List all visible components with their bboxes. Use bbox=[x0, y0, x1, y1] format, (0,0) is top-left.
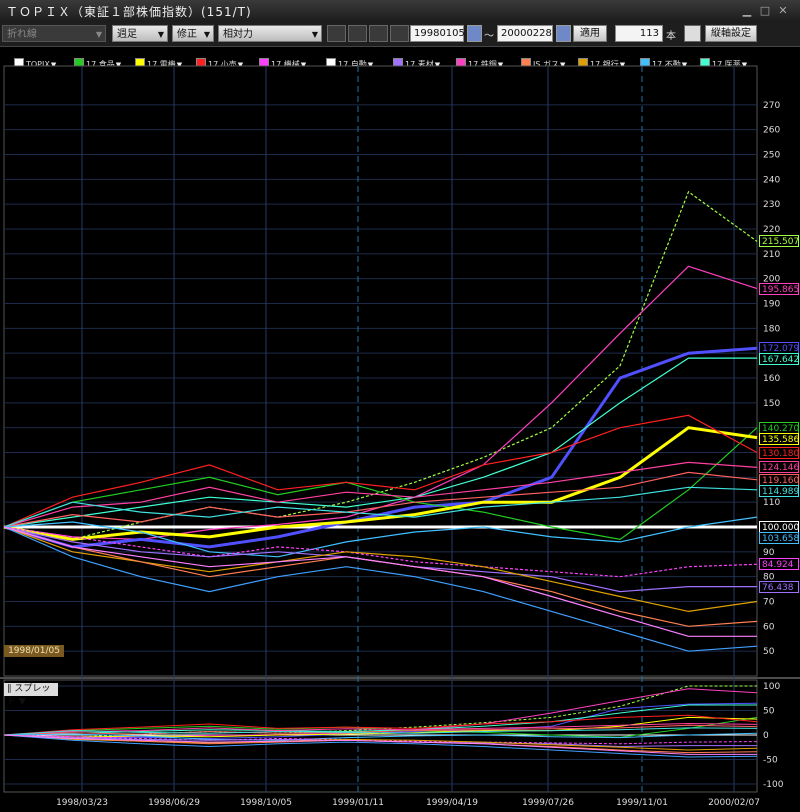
y-tick-label: 190 bbox=[763, 300, 780, 310]
y-tick-label: 160 bbox=[763, 374, 780, 384]
cursor-date-label: 1998/01/05 bbox=[4, 645, 64, 657]
y-tick-label: 220 bbox=[763, 225, 780, 235]
y-tick-label: 150 bbox=[763, 399, 780, 409]
last-value-label: 215.507 bbox=[759, 235, 799, 248]
y-tick-label: 70 bbox=[763, 598, 775, 608]
x-tick-label: 1998/03/23 bbox=[56, 798, 108, 808]
plot-area bbox=[3, 65, 758, 677]
x-tick-label: 1998/10/05 bbox=[240, 798, 292, 808]
y-tick-label: 240 bbox=[763, 175, 780, 185]
spread-tick-label: 0 bbox=[763, 731, 769, 741]
y-tick-label: 90 bbox=[763, 548, 775, 558]
x-tick-label: 1999/07/26 bbox=[522, 798, 574, 808]
last-value-label: 195.865 bbox=[759, 282, 799, 295]
spread-tick-label: 100 bbox=[763, 682, 780, 692]
last-value-label: 84.924 bbox=[759, 558, 799, 571]
x-tick-label: 2000/02/07 bbox=[708, 798, 760, 808]
y-tick-label: 230 bbox=[763, 200, 780, 210]
spread-toggle[interactable]: ∥ スプレッド ▼ bbox=[4, 683, 58, 707]
x-tick-label: 1999/01/11 bbox=[332, 798, 384, 808]
y-tick-label: 270 bbox=[763, 101, 780, 111]
y-tick-label: 210 bbox=[763, 250, 780, 260]
y-tick-label: 50 bbox=[763, 647, 775, 657]
x-tick-label: 1998/06/29 bbox=[148, 798, 200, 808]
last-value-label: 167.642 bbox=[759, 353, 799, 366]
chart: 5060708090100110120130140150160170180190… bbox=[0, 65, 800, 808]
last-value-label: 76.438 bbox=[759, 580, 799, 593]
y-tick-label: 60 bbox=[763, 622, 775, 632]
y-tick-label: 110 bbox=[763, 498, 780, 508]
y-tick-label: 180 bbox=[763, 324, 780, 334]
last-value-label: 135.586 bbox=[759, 432, 799, 445]
y-tick-label: 250 bbox=[763, 151, 780, 161]
x-tick-label: 1999/11/01 bbox=[616, 798, 668, 808]
last-value-label: 124.146 bbox=[759, 461, 799, 474]
x-tick-label: 1999/04/19 bbox=[426, 798, 478, 808]
spread-tick-label: -50 bbox=[763, 756, 778, 766]
y-tick-label: 260 bbox=[763, 126, 780, 136]
spread-tick-label: 50 bbox=[763, 707, 775, 717]
last-value-label: 103.658 bbox=[759, 532, 799, 544]
spread-tick-label: -100 bbox=[763, 780, 784, 790]
last-value-label: 114.989 bbox=[759, 484, 799, 497]
last-value-label: 130.180 bbox=[759, 446, 799, 459]
